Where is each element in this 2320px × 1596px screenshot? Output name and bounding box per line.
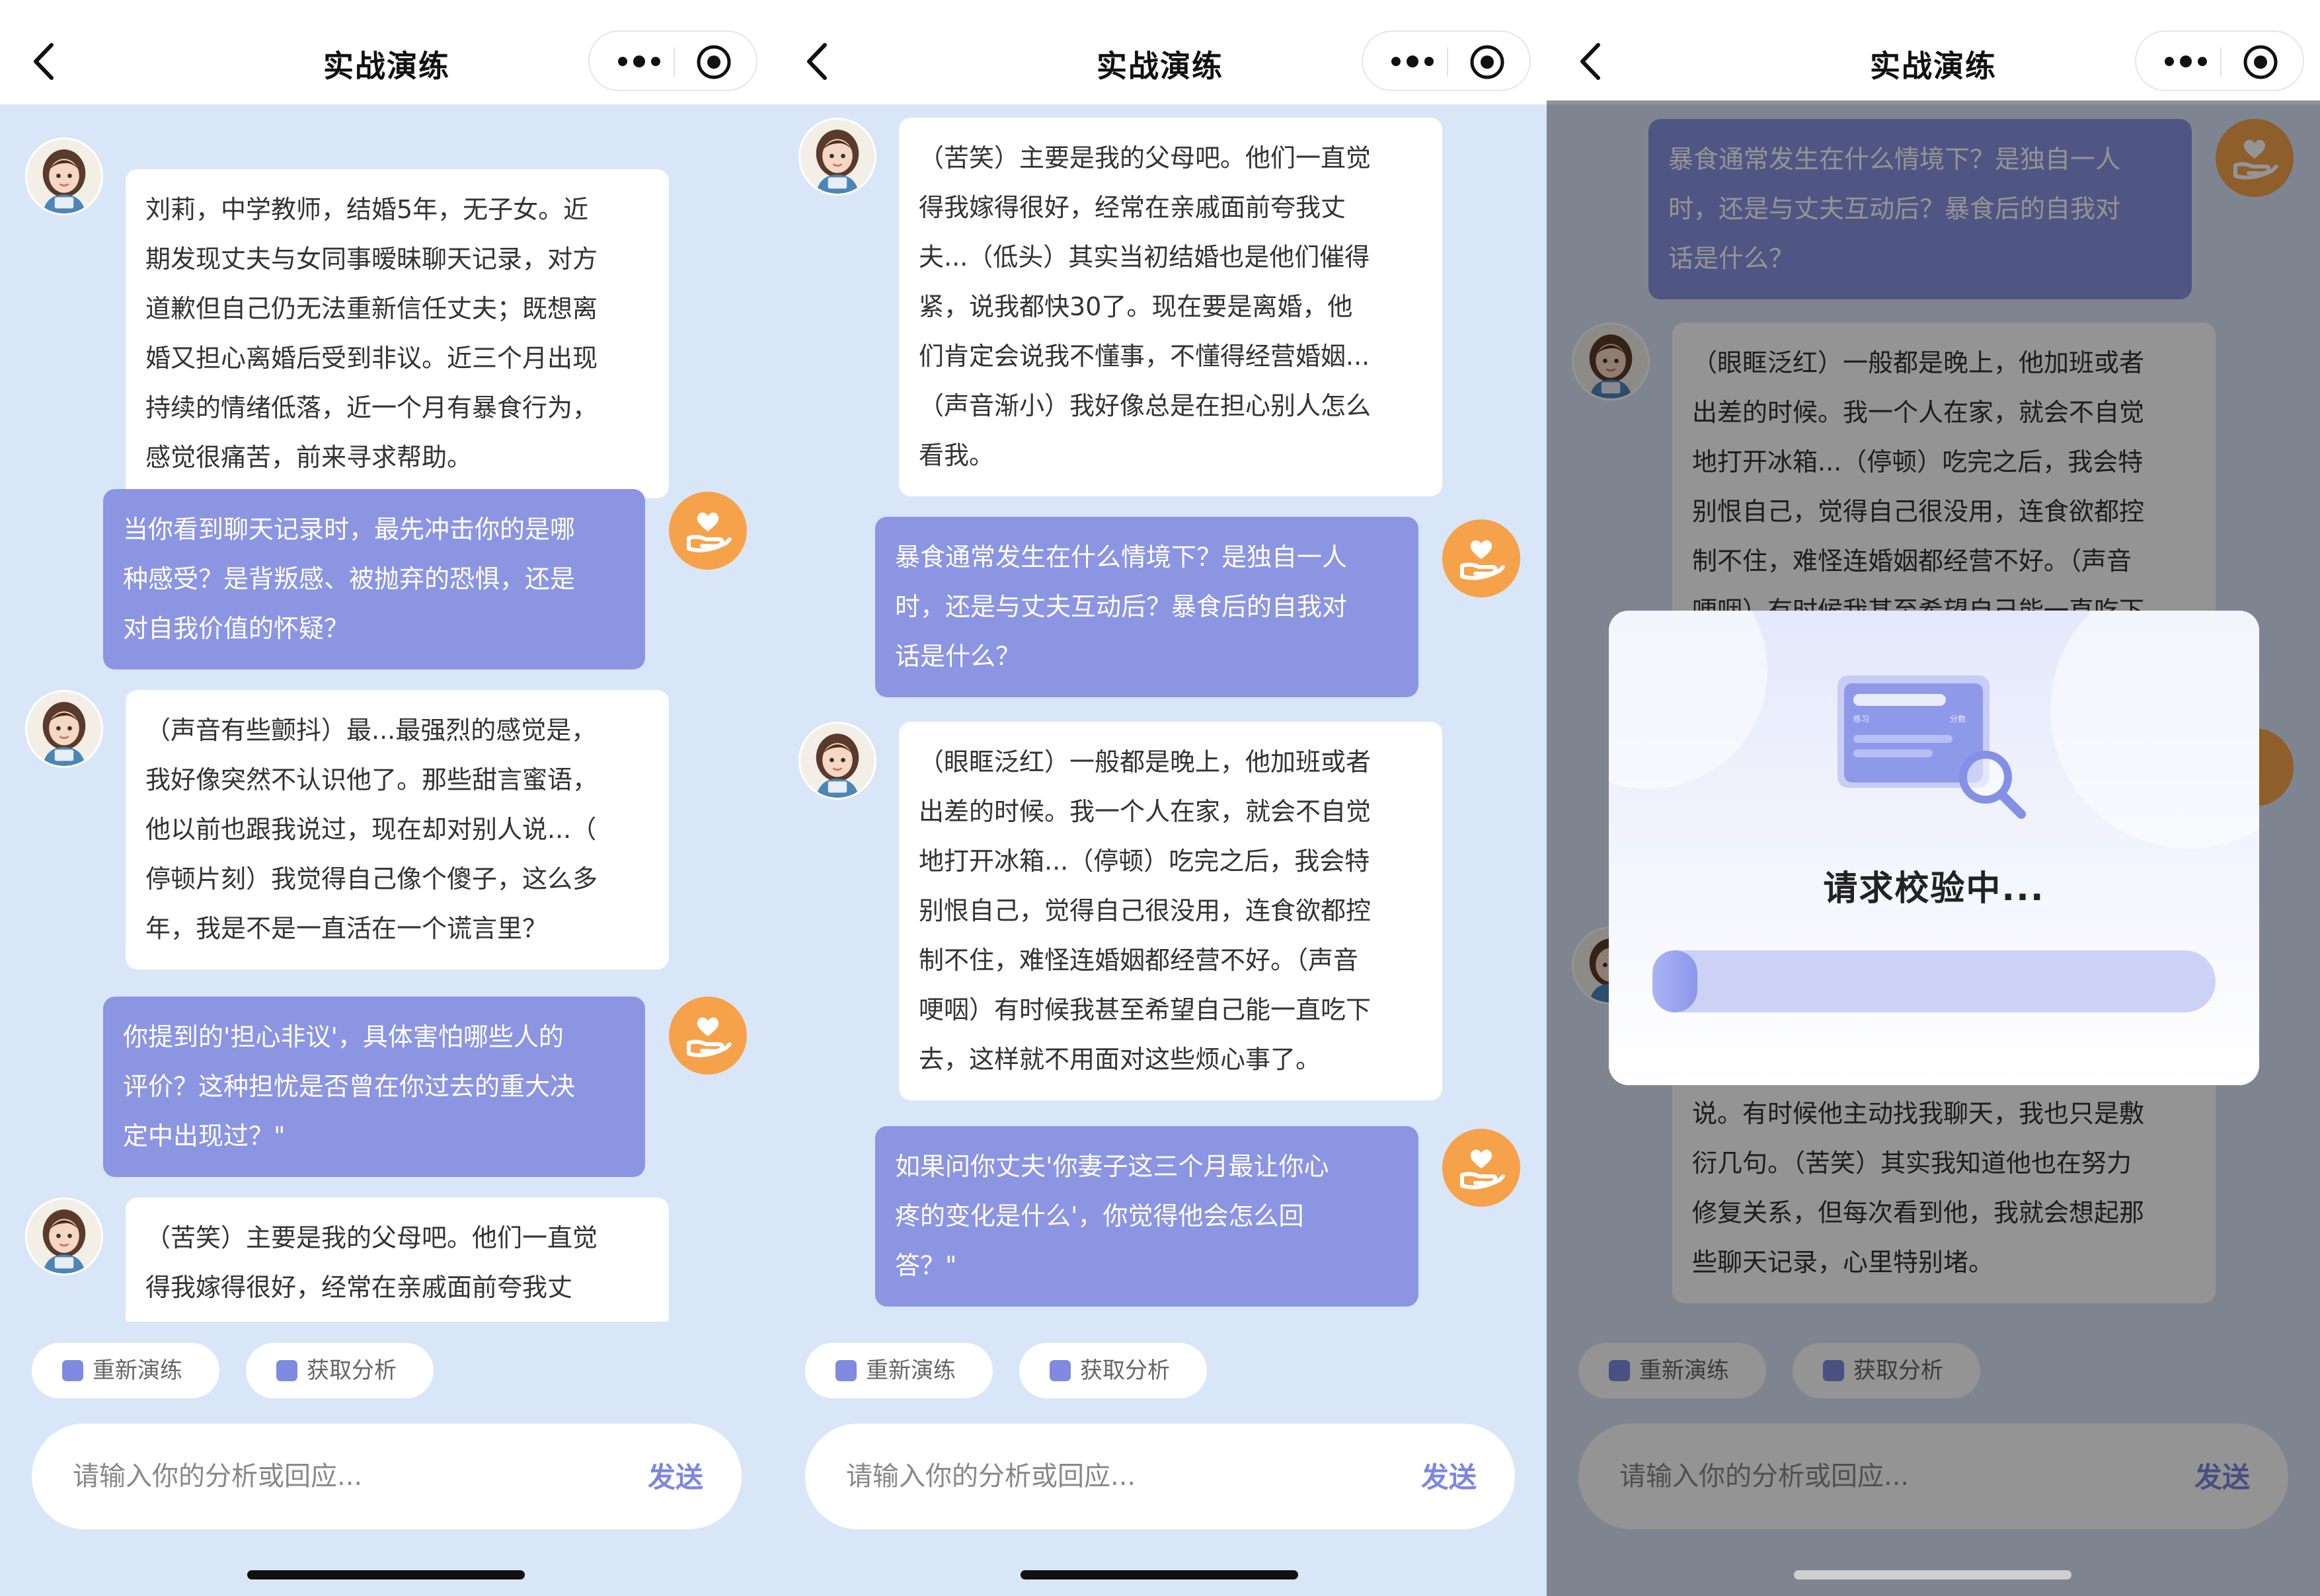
- retrain-label: 重新演练: [93, 1357, 182, 1384]
- message-bubble: （眼眶泛红）一般都是晚上，他加班或者 出差的时候。我一个人在家，就会不自觉 地打…: [899, 722, 1442, 1100]
- counselor-avatar: [1442, 519, 1520, 597]
- home-indicator: [1794, 1570, 2071, 1579]
- heart-hand-icon: [1460, 1149, 1505, 1190]
- analysis-label: 获取分析: [307, 1357, 397, 1384]
- client-avatar: [25, 1197, 103, 1275]
- top-nav-bar: 实战演练: [773, 0, 1547, 104]
- input-bar: 发送: [32, 1424, 742, 1529]
- home-indicator: [247, 1570, 525, 1579]
- client-avatar-icon: [800, 724, 874, 798]
- retrain-button[interactable]: 重新演练: [32, 1343, 219, 1398]
- close-target-icon[interactable]: [2242, 44, 2279, 81]
- retrain-button[interactable]: 重新演练: [805, 1343, 993, 1398]
- client-avatar-icon: [27, 139, 101, 213]
- illustration-label-right: 分数: [1950, 714, 1966, 724]
- input-bar: 发送: [805, 1424, 1515, 1529]
- client-avatar-icon: [27, 1199, 101, 1273]
- heart-hand-icon: [687, 512, 732, 552]
- mini-program-capsule: [1362, 30, 1531, 91]
- analysis-icon: [276, 1360, 297, 1381]
- client-avatar: [798, 722, 876, 800]
- top-nav-bar: 实战演练: [0, 0, 773, 104]
- search-document-icon: 练习 分数: [1837, 675, 2026, 819]
- capsule-divider: [1447, 48, 1448, 77]
- chat-screen-1: 实战演练 刘莉，中学教师，结婚5年，无子女。近 期发现丈夫与女同事暧昧聊天记录，…: [0, 0, 773, 1596]
- chat-screen-2: 实战演练 （苦笑）主要是我的父母吧。他们一直觉 得我嫁得很好，经常在亲戚面前夸我…: [773, 0, 1547, 1596]
- message-bubble: （苦笑）主要是我的父母吧。他们一直觉 得我嫁得很好，经常在亲戚面前夸我丈 夫..…: [899, 118, 1442, 496]
- heart-hand-icon: [687, 1017, 732, 1057]
- analysis-icon: [1050, 1360, 1071, 1381]
- message-bubble: 你提到的'担心非议'，具体害怕哪些人的 评价？这种担忧是否曾在你过去的重大决 定…: [103, 997, 645, 1177]
- close-target-icon[interactable]: [1469, 44, 1506, 81]
- retrain-label: 重新演练: [866, 1357, 956, 1384]
- message-bubble: 刘莉，中学教师，结婚5年，无子女。近 期发现丈夫与女同事暧昧聊天记录，对方 道歉…: [126, 169, 669, 498]
- analysis-input[interactable]: [73, 1450, 615, 1503]
- home-indicator: [1021, 1570, 1298, 1579]
- progress-fill: [1652, 950, 1697, 1012]
- verification-modal: 练习 分数 请求校验中...: [1609, 611, 2259, 1085]
- chat-screen-3: 实战演练 暴食通常发生在什么情境下？是独自一人 时，还是与丈夫互动后？暴食后的自…: [1547, 0, 2320, 1596]
- more-options-icon[interactable]: [1389, 52, 1436, 71]
- message-bubble: 当你看到聊天记录时，最先冲击你的是哪 种感受？是背叛感、被抛弃的恐惧，还是 对自…: [103, 489, 645, 669]
- send-button[interactable]: 发送: [1421, 1455, 1477, 1496]
- illustration-label-left: 练习: [1853, 714, 1869, 724]
- mini-program-capsule: [588, 30, 757, 91]
- message-bubble: 暴食通常发生在什么情境下？是独自一人 时，还是与丈夫互动后？暴食后的自我对 话是…: [875, 517, 1418, 697]
- verification-progress-bar: [1652, 950, 2216, 1012]
- more-options-icon[interactable]: [616, 52, 662, 71]
- more-options-icon[interactable]: [2163, 52, 2209, 71]
- refresh-icon: [62, 1360, 83, 1381]
- chat-messages[interactable]: （苦笑）主要是我的父母吧。他们一直觉 得我嫁得很好，经常在亲戚面前夸我丈 夫..…: [773, 104, 1547, 1322]
- counselor-avatar: [669, 492, 747, 570]
- client-avatar-icon: [800, 120, 874, 194]
- chat-messages[interactable]: 刘莉，中学教师，结婚5年，无子女。近 期发现丈夫与女同事暧昧聊天记录，对方 道歉…: [0, 104, 773, 1322]
- heart-hand-icon: [1460, 540, 1505, 580]
- modal-title: 请求校验中...: [1823, 869, 2045, 909]
- message-bubble: （声音有些颤抖）最...最强烈的感觉是， 我好像突然不认识他了。那些甜言蜜语， …: [126, 690, 669, 969]
- mini-program-capsule: [2135, 30, 2304, 91]
- top-nav-bar: 实战演练: [1547, 0, 2320, 104]
- message-bubble: （苦笑）主要是我的父母吧。他们一直觉 得我嫁得很好，经常在亲戚面前夸我丈: [126, 1197, 669, 1322]
- client-avatar: [25, 137, 103, 215]
- get-analysis-button[interactable]: 获取分析: [246, 1343, 434, 1398]
- message-bubble: 如果问你丈夫'你妻子这三个月最让你心 疼的变化是什么'，你觉得他会怎么回 答？": [875, 1126, 1418, 1307]
- capsule-divider: [2220, 48, 2222, 77]
- client-avatar-icon: [27, 692, 101, 766]
- client-avatar: [25, 690, 103, 768]
- analysis-input[interactable]: [846, 1450, 1388, 1503]
- analysis-label: 获取分析: [1080, 1357, 1170, 1384]
- capsule-divider: [674, 48, 675, 77]
- close-target-icon[interactable]: [695, 44, 732, 81]
- refresh-icon: [835, 1360, 857, 1381]
- client-avatar: [798, 118, 876, 196]
- get-analysis-button[interactable]: 获取分析: [1019, 1343, 1207, 1398]
- counselor-avatar: [1442, 1129, 1520, 1207]
- counselor-avatar: [669, 997, 747, 1075]
- send-button[interactable]: 发送: [648, 1455, 703, 1496]
